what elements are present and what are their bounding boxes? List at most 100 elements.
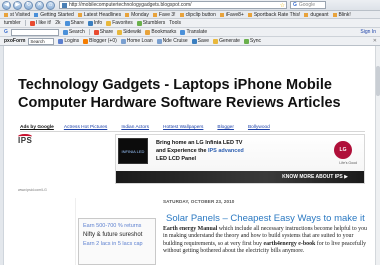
ips-logo[interactable]: IPS	[18, 134, 58, 156]
bookmark-item[interactable]: Latest Headlines	[77, 12, 121, 18]
magnifier-icon	[62, 29, 68, 35]
search-box[interactable]: G Google	[290, 1, 326, 9]
ads-by-google-bar: Ads by Google Actress Hot Pictures India…	[20, 124, 365, 132]
forward-button[interactable]: ▶	[13, 0, 22, 10]
bookmark-star-icon[interactable]: ☆	[280, 2, 286, 9]
save-icon	[191, 38, 197, 44]
ips-arc-icon	[18, 134, 32, 139]
bookmark-icon	[304, 12, 309, 17]
roboform-search-input[interactable]: Search	[28, 37, 55, 45]
key-icon	[58, 38, 64, 44]
bookmark-icon	[120, 38, 126, 44]
search-button[interactable]: Search	[62, 29, 85, 35]
like-button[interactable]: I like it!	[29, 20, 51, 26]
navigation-bar: ◀ ▶ ↻ ✕ ⌂ http://mobilecomputertechnolog…	[0, 0, 380, 11]
bookmark-icon	[179, 12, 184, 17]
google-search-input[interactable]	[10, 28, 59, 36]
bookmark-label: Monday	[131, 11, 149, 18]
roboform-button[interactable]: pxoForm	[4, 38, 25, 44]
bookmark-item[interactable]: clipclip button	[179, 11, 216, 18]
left-sidebar	[18, 198, 76, 265]
favorites-button[interactable]: Favorites	[106, 20, 133, 26]
lg-banner-ad[interactable]: INFINIA LED Bring home an LG Infinia LED…	[115, 134, 365, 184]
ad-link[interactable]: Indian Actors	[121, 125, 149, 130]
vertical-scrollbar[interactable]	[375, 46, 380, 265]
ad-link[interactable]: Actress Hot Pictures	[64, 125, 107, 130]
ads-label[interactable]: Ads by Google	[20, 125, 54, 130]
nde-cruise-button[interactable]: Nde Cruise	[156, 38, 188, 44]
bookmark-icon	[34, 12, 39, 17]
site-favicon-icon	[62, 2, 67, 8]
ad-link[interactable]: Blogger	[217, 125, 234, 130]
bookmark-item[interactable]: dugeant	[304, 12, 329, 18]
bookmark-label: Blink!	[338, 11, 351, 18]
translate-icon	[180, 29, 186, 35]
share-icon	[93, 29, 99, 35]
bookmark-icon	[332, 12, 337, 17]
stumbler-button[interactable]: tumbler	[4, 20, 21, 26]
blogger-button[interactable]: Blogger (+0)	[83, 38, 117, 44]
reload-button[interactable]: ↻	[24, 0, 33, 10]
post-body-bold[interactable]: Earth energy Manual	[163, 226, 217, 232]
logins-button[interactable]: Logins	[58, 38, 79, 44]
stumblers-button[interactable]: Stumblers	[136, 20, 165, 26]
side-ad-box[interactable]: Earn 500-700 % returns Nifty & future su…	[78, 218, 156, 265]
tools-button[interactable]: Tools	[169, 20, 181, 26]
bookmark-item[interactable]: Blink!	[332, 11, 351, 18]
close-toolbar-icon[interactable]: ✕	[373, 38, 380, 44]
stop-button[interactable]: ✕	[35, 0, 44, 10]
bookmark-item[interactable]: Fave 3!	[152, 11, 176, 18]
bookmark-label: Fave 3!	[158, 11, 176, 18]
reload-icon: ↻	[25, 2, 32, 8]
bookmark-item[interactable]: iFave8+	[219, 12, 244, 18]
save-button[interactable]: Save	[191, 38, 209, 44]
bookmarks-button[interactable]: Bookmarks	[145, 29, 176, 35]
sync-button[interactable]: Sync	[243, 38, 261, 44]
people-icon	[136, 20, 142, 26]
ad-link[interactable]: Bollywood	[248, 125, 270, 130]
bookmarks-toolbar: st Visited Getting Started Latest Headline…	[0, 11, 380, 19]
scrollbar-thumb[interactable]	[376, 66, 380, 96]
home-icon: ⌂	[48, 2, 53, 8]
back-button[interactable]: ◀	[2, 0, 11, 10]
lg-tagline: Life's Good	[339, 161, 357, 165]
heart-icon	[106, 20, 112, 26]
site-title[interactable]: Technology Gadgets - Laptops iPhone Mobi…	[18, 76, 368, 112]
google-toolbar: G Search Share Sidewiki Bookmarks Transl…	[0, 28, 380, 37]
sidewiki-icon	[117, 29, 123, 35]
bookmark-icon	[77, 12, 82, 17]
share-button-google[interactable]: Share	[93, 29, 113, 35]
translate-button[interactable]: Translate	[180, 29, 207, 35]
home-button[interactable]: ⌂	[46, 0, 55, 10]
bookmark-icon	[219, 12, 224, 17]
generate-button[interactable]: Generate	[213, 38, 240, 44]
bookmark-item[interactable]: Getting Started	[34, 12, 74, 18]
separator	[88, 29, 90, 35]
sign-in-button[interactable]: Sign In	[360, 29, 380, 35]
info-button[interactable]: Info	[87, 20, 102, 26]
search-placeholder: Google	[298, 2, 316, 8]
forward-icon: ▶	[15, 2, 20, 8]
bookmark-label: Sportback Rate This!	[253, 11, 301, 18]
bookmark-item[interactable]: st Visited	[4, 12, 30, 18]
generate-icon	[213, 38, 219, 44]
post-body-bold[interactable]: earth4energy e-book	[263, 241, 315, 247]
bookmark-item[interactable]: Monday	[125, 12, 149, 18]
know-more-strip[interactable]: KNOW MORE ABOUT IPS ▶	[116, 171, 364, 183]
bookmark-icon	[125, 12, 130, 17]
address-bar[interactable]: http://mobilecomputertechnologygadgets.b…	[59, 1, 287, 9]
share-button[interactable]: Share	[64, 20, 84, 26]
home-loan-button[interactable]: Home Loan	[120, 38, 153, 44]
ips-url[interactable]: www.ipsid.com/LG	[18, 188, 47, 192]
google-icon: G	[293, 2, 297, 8]
sidewiki-button[interactable]: Sidewiki	[117, 29, 141, 35]
ad-link[interactable]: Hottest Wallpapers	[163, 125, 203, 130]
sync-icon	[243, 38, 249, 44]
bookmark-label: st Visited	[10, 11, 31, 18]
bookmark-label: clipclip button	[185, 11, 216, 18]
post-title[interactable]: Solar Panels – Cheapest Easy Ways to mak…	[166, 213, 366, 224]
star-icon	[145, 29, 151, 35]
google-logo: G	[4, 29, 8, 35]
post-body: Earth energy Manual which include all ne…	[163, 226, 368, 256]
bookmark-item[interactable]: Sportback Rate This!	[247, 11, 301, 18]
